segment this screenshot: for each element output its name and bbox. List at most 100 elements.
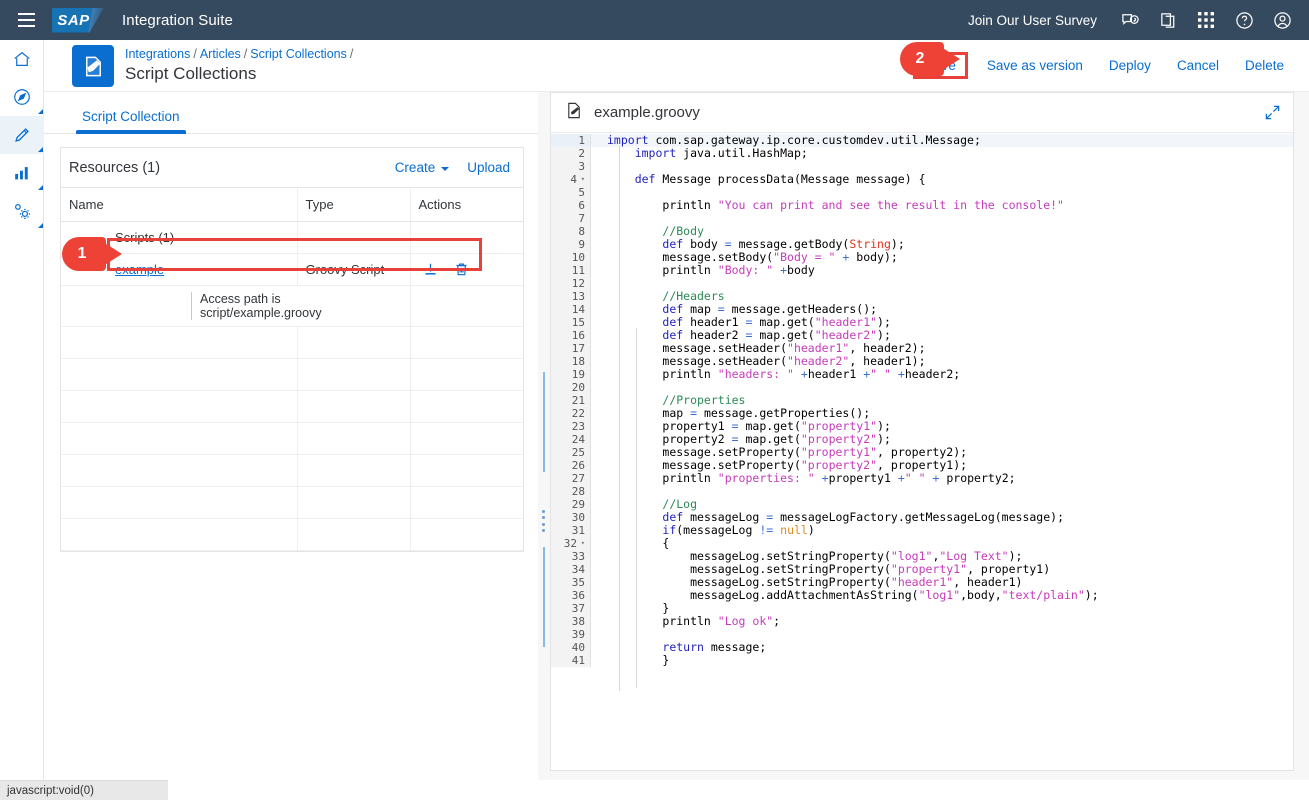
app-title: Integration Suite (122, 11, 233, 29)
line-number: 5 (551, 186, 591, 199)
line-number: 24 (551, 433, 591, 446)
code-line: 4 ▾ def Message processData(Message messa… (551, 173, 1293, 186)
breadcrumb: Integrations / Articles / Script Collections… (125, 47, 356, 61)
code-line: 6 println "You can print and see the res… (551, 199, 1293, 212)
line-number: 11 (551, 264, 591, 277)
code-lines: 1 import com.sap.gateway.ip.core.customde… (551, 133, 1293, 667)
cancel-button[interactable]: Cancel (1164, 54, 1232, 77)
callout-marker-2: 2 (900, 42, 962, 76)
code-line: 41 } (551, 654, 1293, 667)
fold-caret-icon[interactable]: ▾ (580, 173, 585, 186)
sap-logo: SAP (52, 7, 104, 33)
upload-button[interactable]: Upload (467, 160, 510, 175)
table-row-empty (61, 454, 523, 487)
table-row-empty (61, 326, 523, 359)
callout-number: 1 (77, 245, 87, 262)
status-bar-text: javascript:void(0) (7, 784, 94, 797)
column-header-actions[interactable]: Actions (410, 188, 523, 222)
grid-apps-icon[interactable] (1187, 1, 1225, 39)
rail-corner-marker (38, 147, 43, 152)
line-number: 20 (551, 381, 591, 394)
line-number: 22 (551, 407, 591, 420)
code-text: println "Body: " +body (662, 263, 815, 277)
rail-item-settings[interactable] (0, 192, 44, 230)
code-editor-area[interactable]: 1 import com.sap.gateway.ip.core.customde… (551, 133, 1293, 770)
line-number: 23 (551, 420, 591, 433)
line-number: 30 (551, 511, 591, 524)
line-number: 15 (551, 316, 591, 329)
line-number: 25 (551, 446, 591, 459)
table-row[interactable]: example Groovy Script (61, 253, 523, 286)
tab-script-collection[interactable]: Script Collection (70, 109, 192, 134)
line-number: 10 (551, 251, 591, 264)
page-title: Script Collections (125, 64, 257, 83)
line-number: 8 (551, 225, 591, 238)
code-line: 19 println "headers: " +header1 +" " +he… (551, 368, 1293, 381)
script-collection-panel: Script Collection Resources (1) Create U… (44, 92, 538, 780)
rail-item-design[interactable] (0, 116, 44, 154)
access-path-row: Access path is script/example.groovy (61, 285, 523, 327)
splitter-bar-bottom (543, 547, 545, 647)
line-number: 9 (551, 238, 591, 251)
line-number: 6 (551, 199, 591, 212)
download-icon[interactable] (423, 262, 438, 277)
code-line: 11 println "Body: " +body (551, 264, 1293, 277)
rail-item-home[interactable] (0, 40, 44, 78)
code-text: def Message processData(Message message)… (634, 172, 926, 186)
breadcrumb-item-integrations[interactable]: Integrations (125, 47, 190, 61)
column-header-type[interactable]: Type (297, 188, 411, 222)
fullscreen-icon[interactable] (1264, 104, 1281, 121)
page-actions: Save Save as version Deploy Cancel Delet… (913, 52, 1297, 79)
copy-icon[interactable] (1149, 1, 1187, 39)
panel-splitter[interactable] (538, 92, 550, 780)
rail-item-monitor[interactable] (0, 154, 44, 192)
indent-guide (619, 146, 620, 691)
shell-header-actions: Join Our User Survey (968, 1, 1309, 39)
line-number: 40 (551, 641, 591, 654)
line-number: 31 (551, 524, 591, 537)
delete-button[interactable]: Delete (1232, 54, 1297, 77)
deploy-button[interactable]: Deploy (1096, 54, 1164, 77)
access-path-text: Access path is script/example.groovy (191, 292, 402, 320)
rail-item-discover[interactable] (0, 78, 44, 116)
feedback-icon[interactable] (1111, 1, 1149, 39)
breadcrumb-item-articles[interactable]: Articles (200, 47, 241, 61)
breadcrumb-item-script-collections[interactable]: Script Collections (250, 47, 347, 61)
help-icon[interactable] (1225, 1, 1263, 39)
edit-document-icon (565, 101, 584, 125)
line-number: 29 (551, 498, 591, 511)
panel-tabbar: Script Collection (44, 92, 538, 134)
table-group-row-scripts[interactable]: ⌄Scripts (1) (61, 221, 523, 254)
column-header-name[interactable]: Name (61, 188, 298, 222)
save-as-version-button[interactable]: Save as version (974, 54, 1096, 77)
upload-label: Upload (467, 160, 510, 175)
sap-logo-text: SAP (57, 11, 90, 29)
line-number: 19 (551, 368, 591, 381)
create-label: Create (394, 160, 436, 175)
user-account-icon[interactable] (1263, 1, 1301, 39)
code-line: 38 println "Log ok"; (551, 615, 1293, 628)
table-row-empty (61, 422, 523, 455)
fold-caret-icon[interactable]: ▾ (580, 537, 585, 550)
line-number: 4 ▾ (551, 173, 591, 186)
create-button[interactable]: Create (395, 160, 450, 175)
resources-table: Name Type Actions ⌄Scripts (1) (61, 188, 523, 551)
breadcrumb-separator: / (349, 47, 354, 61)
line-number: 7 (551, 212, 591, 225)
line-number: 38 (551, 615, 591, 628)
resources-table-body: ⌄Scripts (1) example Groovy Script (61, 221, 523, 551)
table-row-empty (61, 390, 523, 423)
code-text: println "properties: " +property1 +" " +… (662, 471, 1016, 485)
hamburger-menu-icon[interactable] (6, 0, 46, 40)
splitter-grip[interactable] (542, 510, 546, 532)
editor-file-title: example.groovy (594, 104, 700, 121)
delete-icon[interactable] (454, 262, 469, 277)
line-number: 2 (551, 147, 591, 160)
code-line: 2 import java.util.HashMap; (551, 147, 1293, 160)
line-number: 16 (551, 329, 591, 342)
breadcrumb-separator: / (243, 47, 248, 61)
line-number: 14 (551, 303, 591, 316)
user-survey-link[interactable]: Join Our User Survey (968, 13, 1097, 28)
resource-type: Groovy Script (297, 253, 411, 286)
line-number: 33 (551, 550, 591, 563)
